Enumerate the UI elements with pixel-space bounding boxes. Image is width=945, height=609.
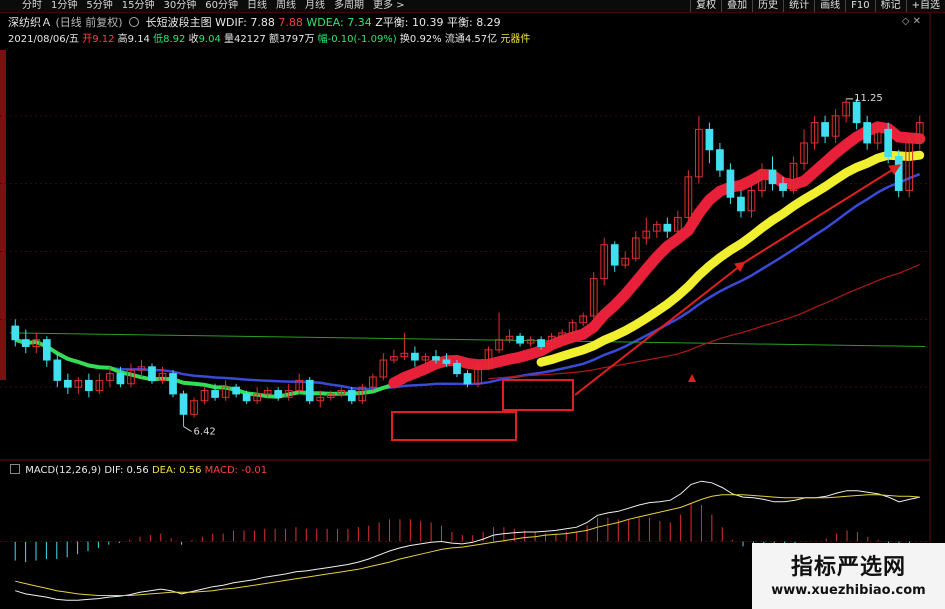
candle-body-48 bbox=[516, 335, 524, 344]
macd-value: -0.01 bbox=[241, 465, 268, 476]
candle-body-25 bbox=[274, 390, 283, 398]
candle-body-80 bbox=[852, 101, 861, 124]
trend-arrow-1 bbox=[574, 261, 746, 396]
candle-body-81 bbox=[863, 122, 872, 144]
candle-body-16 bbox=[179, 393, 188, 415]
candle-body-67 bbox=[716, 149, 724, 171]
candle-body-66 bbox=[705, 128, 714, 151]
blue-ma-line bbox=[14, 173, 921, 391]
dif-value: 0.56 bbox=[126, 465, 149, 476]
candle-body-83 bbox=[884, 128, 893, 158]
candle-body-40 bbox=[432, 356, 440, 361]
watermark-url: www.xuezhibiao.com bbox=[771, 583, 926, 598]
candle-body-62 bbox=[663, 223, 672, 232]
candle-body-57 bbox=[610, 244, 619, 266]
red-band bbox=[388, 121, 926, 389]
candle-body-84 bbox=[894, 156, 903, 191]
candle-body-4 bbox=[53, 359, 62, 381]
candle-body-38 bbox=[411, 352, 419, 361]
macd-name: MACD(12,26,9) bbox=[25, 465, 102, 476]
candle-body-42 bbox=[453, 362, 461, 375]
chart-canvas: 11.25 6.42 bbox=[0, 12, 931, 609]
dea-value: 0.56 bbox=[179, 465, 202, 476]
candle-body-5 bbox=[63, 379, 72, 388]
dea-label: DEA: bbox=[151, 465, 177, 476]
small-arrow-icon bbox=[688, 374, 696, 382]
flat-green-line bbox=[9, 332, 926, 347]
macd-settings-icon[interactable] bbox=[10, 464, 20, 474]
candle-body-0 bbox=[11, 325, 20, 341]
candle-body-73 bbox=[779, 183, 787, 191]
highlight-box-1 bbox=[391, 411, 517, 441]
candle-body-32 bbox=[347, 390, 356, 402]
low-price-label: 6.42 bbox=[194, 427, 216, 438]
candle-body-28 bbox=[305, 379, 314, 402]
candle-body-69 bbox=[737, 196, 745, 212]
highlight-box-2 bbox=[502, 379, 574, 411]
candle-body-77 bbox=[821, 122, 829, 137]
candle-body-7 bbox=[85, 379, 93, 392]
dif-label: DIF: bbox=[104, 465, 124, 476]
candle-body-19 bbox=[211, 390, 219, 398]
candle-body-50 bbox=[537, 339, 545, 347]
low-pointer bbox=[183, 426, 192, 432]
watermark: 指标严选网 www.xuezhibiao.com bbox=[752, 543, 945, 609]
macd-legend: MACD(12,26,9) DIF: 0.56 DEA: 0.56 MACD: … bbox=[8, 464, 267, 476]
macd-label: MACD: bbox=[204, 465, 239, 476]
candle-body-41 bbox=[442, 359, 451, 364]
candle-body-21 bbox=[232, 386, 240, 395]
candle-body-1 bbox=[21, 339, 30, 347]
watermark-title: 指标严选网 bbox=[790, 555, 906, 580]
candle-body-15 bbox=[169, 373, 177, 395]
candle-body-10 bbox=[116, 373, 125, 385]
candle-body-13 bbox=[148, 366, 156, 381]
candle-body-3 bbox=[42, 339, 51, 361]
candle-body-43 bbox=[463, 373, 472, 385]
candle-body-68 bbox=[726, 169, 735, 198]
candle-body-72 bbox=[768, 169, 777, 185]
high-price-label: 11.25 bbox=[854, 93, 883, 104]
candle-body-22 bbox=[242, 393, 251, 402]
